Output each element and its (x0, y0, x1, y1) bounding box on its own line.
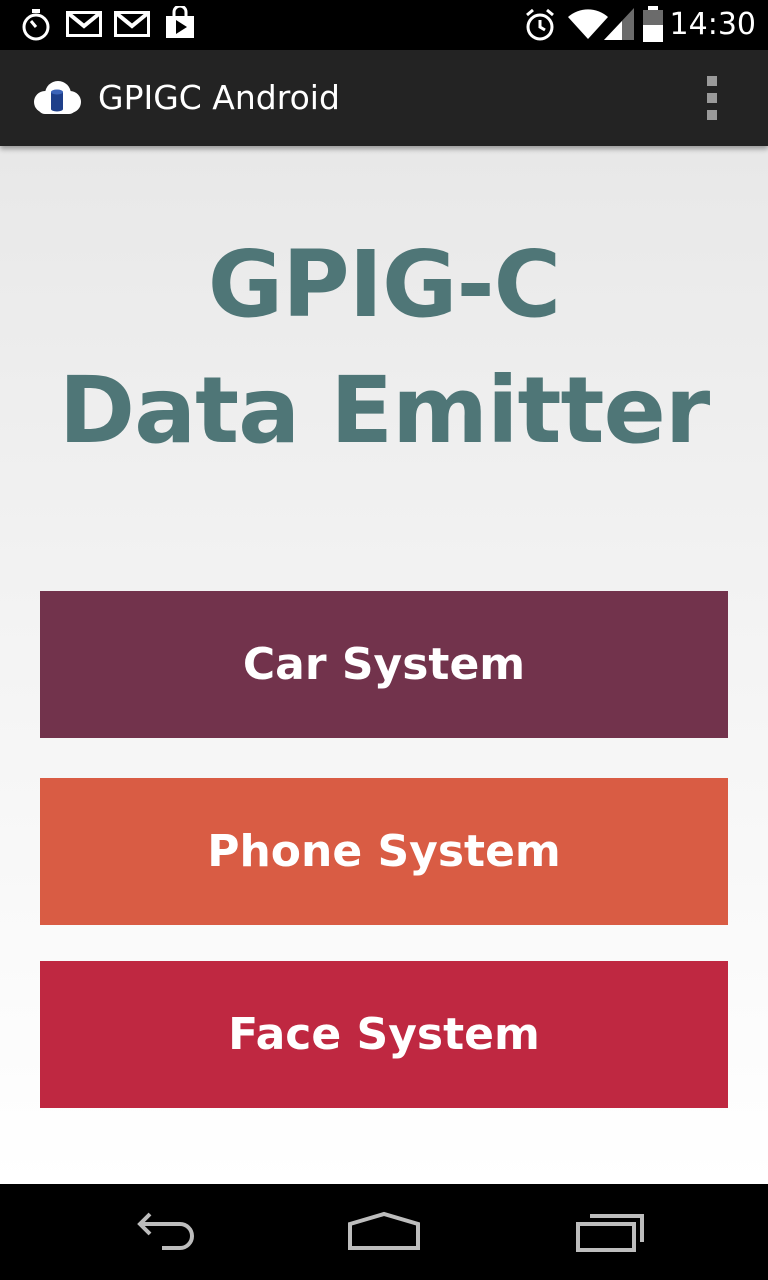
recents-icon[interactable] (562, 1206, 658, 1258)
cloud-database-icon (34, 81, 81, 114)
phone-system-button[interactable]: Phone System (40, 778, 728, 925)
gmail-icon (114, 11, 150, 37)
main-content: GPIG-C Data Emitter Car System Phone Sys… (0, 146, 768, 1184)
gmail-icon (66, 11, 102, 37)
overflow-dot (707, 93, 717, 103)
status-clock: 14:30 (669, 7, 756, 42)
action-bar: GPIGC Android (0, 50, 768, 146)
signal-icon (604, 8, 634, 40)
back-icon[interactable] (112, 1206, 208, 1258)
heading-line-1: GPIG-C (207, 231, 561, 338)
wifi-icon (568, 9, 608, 39)
battery-icon (643, 6, 663, 42)
navigation-bar (0, 1184, 768, 1280)
overflow-dot (707, 110, 717, 120)
face-system-button[interactable]: Face System (40, 961, 728, 1108)
overflow-dot (707, 76, 717, 86)
overflow-menu-button[interactable] (690, 70, 734, 126)
heading-line-2: Data Emitter (58, 357, 711, 464)
app-title: GPIGC Android (98, 78, 340, 117)
home-icon[interactable] (336, 1206, 432, 1258)
play-store-icon (166, 6, 194, 38)
alarm-icon (526, 8, 554, 41)
stopwatch-icon (22, 9, 50, 41)
car-system-button[interactable]: Car System (40, 591, 728, 738)
status-bar: 14:30 (0, 0, 768, 50)
